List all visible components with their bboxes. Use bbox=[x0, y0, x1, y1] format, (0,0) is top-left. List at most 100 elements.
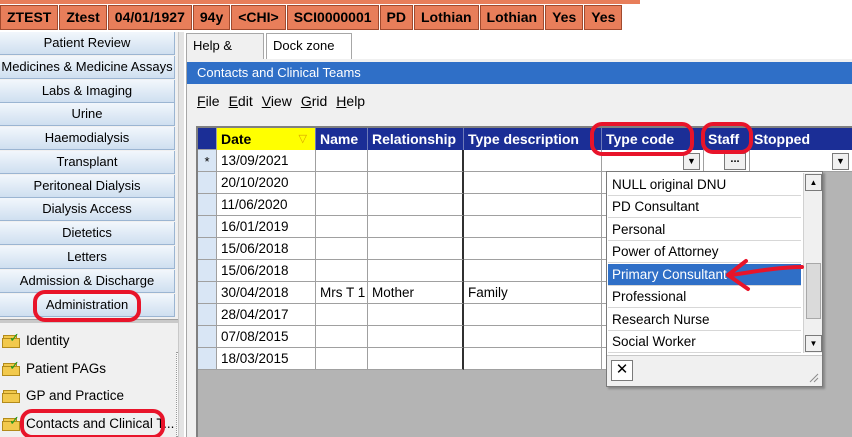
scroll-thumb[interactable] bbox=[806, 263, 821, 319]
date-cell[interactable]: 20/10/2020 bbox=[217, 172, 316, 194]
staff-lookup-button[interactable]: ... bbox=[724, 153, 746, 170]
row-selector[interactable] bbox=[198, 194, 217, 216]
row-selector[interactable] bbox=[198, 304, 217, 326]
option-null-original-dnu[interactable]: NULL original DNU bbox=[608, 174, 801, 196]
menu-view[interactable]: View bbox=[262, 93, 292, 113]
type-description-cell[interactable] bbox=[464, 194, 602, 216]
date-cell[interactable]: 30/04/2018 bbox=[217, 282, 316, 304]
name-cell[interactable] bbox=[316, 238, 368, 260]
column-header-name[interactable]: Name bbox=[316, 128, 368, 150]
new-row-name-cell[interactable] bbox=[316, 150, 368, 172]
sub-item-identity[interactable]: ✓ Identity bbox=[2, 329, 70, 353]
name-cell[interactable] bbox=[316, 304, 368, 326]
type-description-cell[interactable] bbox=[464, 216, 602, 238]
option-power-of-attorney[interactable]: Power of Attorney bbox=[608, 241, 801, 263]
type-description-cell[interactable] bbox=[464, 348, 602, 370]
relationship-cell[interactable] bbox=[368, 326, 464, 348]
sub-item-patient-pags[interactable]: ✓ Patient PAGs bbox=[2, 357, 106, 381]
menu-file[interactable]: File bbox=[197, 93, 220, 113]
option-social-worker[interactable]: Social Worker bbox=[608, 331, 801, 353]
type-description-cell[interactable] bbox=[464, 238, 602, 260]
new-row-relationship-cell[interactable] bbox=[368, 150, 464, 172]
name-cell[interactable]: Mrs T 1 bbox=[316, 282, 368, 304]
dropdown-scrollbar[interactable]: ▲ ▼ bbox=[803, 173, 822, 353]
tab-help-info[interactable]: Help & Info bbox=[186, 33, 264, 77]
nav-dialysis-access[interactable]: Dialysis Access bbox=[0, 198, 175, 221]
name-cell[interactable] bbox=[316, 216, 368, 238]
name-cell[interactable] bbox=[316, 348, 368, 370]
column-header-type-description[interactable]: Type description bbox=[464, 128, 602, 150]
row-selector[interactable] bbox=[198, 282, 217, 304]
nav-letters[interactable]: Letters bbox=[0, 246, 175, 269]
row-selector[interactable] bbox=[198, 238, 217, 260]
column-header-date[interactable]: Date ▽ bbox=[217, 128, 316, 150]
type-code-dropdown-button[interactable]: ▼ bbox=[683, 153, 700, 170]
row-selector[interactable] bbox=[198, 172, 217, 194]
name-cell[interactable] bbox=[316, 260, 368, 282]
new-row-type-description-cell[interactable] bbox=[464, 150, 602, 172]
date-cell[interactable]: 18/03/2015 bbox=[217, 348, 316, 370]
relationship-cell[interactable] bbox=[368, 260, 464, 282]
column-header-relationship[interactable]: Relationship bbox=[368, 128, 464, 150]
nav-urine[interactable]: Urine bbox=[0, 103, 175, 126]
sub-item-gp-practice[interactable]: GP and Practice bbox=[2, 384, 124, 408]
new-row-date-cell[interactable]: 13/09/2021 bbox=[217, 150, 316, 172]
date-cell[interactable]: 15/06/2018 bbox=[217, 238, 316, 260]
relationship-cell[interactable] bbox=[368, 348, 464, 370]
stopped-dropdown-button[interactable]: ▼ bbox=[832, 153, 849, 170]
date-cell[interactable]: 07/08/2015 bbox=[217, 326, 316, 348]
sub-item-contacts[interactable]: ✓ Contacts and Clinical T... bbox=[2, 412, 176, 436]
date-cell[interactable]: 11/06/2020 bbox=[217, 194, 316, 216]
option-primary-consultant[interactable]: Primary Consultant bbox=[608, 264, 801, 286]
option-personal[interactable]: Personal bbox=[608, 219, 801, 241]
name-cell[interactable] bbox=[316, 326, 368, 348]
option-research-nurse[interactable]: Research Nurse bbox=[608, 309, 801, 331]
relationship-cell[interactable]: Mother bbox=[368, 282, 464, 304]
type-description-cell[interactable] bbox=[464, 304, 602, 326]
nav-separator[interactable] bbox=[0, 319, 178, 323]
relationship-cell[interactable] bbox=[368, 172, 464, 194]
nav-medicines[interactable]: Medicines & Medicine Assays bbox=[0, 56, 175, 79]
date-cell[interactable]: 28/04/2017 bbox=[217, 304, 316, 326]
option-pd-consultant[interactable]: PD Consultant bbox=[608, 196, 801, 218]
column-header-type-code[interactable]: Type code bbox=[602, 128, 704, 150]
row-selector[interactable] bbox=[198, 348, 217, 370]
scroll-up-icon[interactable]: ▲ bbox=[805, 174, 822, 191]
menu-edit[interactable]: Edit bbox=[229, 93, 253, 113]
row-selector[interactable]: * bbox=[198, 150, 217, 172]
column-header-stopped[interactable]: Stopped bbox=[750, 128, 852, 150]
row-selector[interactable] bbox=[198, 216, 217, 238]
relationship-cell[interactable] bbox=[368, 304, 464, 326]
nav-haemodialysis[interactable]: Haemodialysis bbox=[0, 127, 175, 150]
relationship-cell[interactable] bbox=[368, 216, 464, 238]
scroll-down-icon[interactable]: ▼ bbox=[805, 335, 822, 352]
nav-labs-imaging[interactable]: Labs & Imaging bbox=[0, 80, 175, 103]
tab-dock-zone[interactable]: Dock zone bbox=[266, 33, 352, 60]
name-cell[interactable] bbox=[316, 194, 368, 216]
row-selector[interactable] bbox=[198, 260, 217, 282]
nav-dietetics[interactable]: Dietetics bbox=[0, 222, 175, 245]
menu-help[interactable]: Help bbox=[336, 93, 365, 113]
option-professional[interactable]: Professional bbox=[608, 286, 801, 308]
resize-grip-icon[interactable] bbox=[807, 371, 819, 383]
nav-patient-review[interactable]: Patient Review bbox=[0, 32, 175, 55]
relationship-cell[interactable] bbox=[368, 238, 464, 260]
date-cell[interactable]: 15/06/2018 bbox=[217, 260, 316, 282]
sidebar-splitter[interactable] bbox=[178, 32, 184, 437]
grid-new-row[interactable]: * 13/09/2021 ▼ bbox=[198, 150, 852, 191]
nav-transplant[interactable]: Transplant bbox=[0, 151, 175, 174]
nav-administration[interactable]: Administration bbox=[0, 294, 175, 317]
nav-peritoneal-dialysis[interactable]: Peritoneal Dialysis bbox=[0, 175, 175, 198]
close-icon[interactable]: ✕ bbox=[611, 360, 633, 381]
column-header-staff[interactable]: Staff bbox=[704, 128, 750, 150]
menu-grid[interactable]: Grid bbox=[301, 93, 327, 113]
nav-admission-discharge[interactable]: Admission & Discharge bbox=[0, 270, 175, 293]
type-description-cell[interactable]: Family bbox=[464, 282, 602, 304]
type-description-cell[interactable] bbox=[464, 172, 602, 194]
relationship-cell[interactable] bbox=[368, 194, 464, 216]
name-cell[interactable] bbox=[316, 172, 368, 194]
type-description-cell[interactable] bbox=[464, 326, 602, 348]
date-cell[interactable]: 16/01/2019 bbox=[217, 216, 316, 238]
row-selector[interactable] bbox=[198, 326, 217, 348]
type-description-cell[interactable] bbox=[464, 260, 602, 282]
